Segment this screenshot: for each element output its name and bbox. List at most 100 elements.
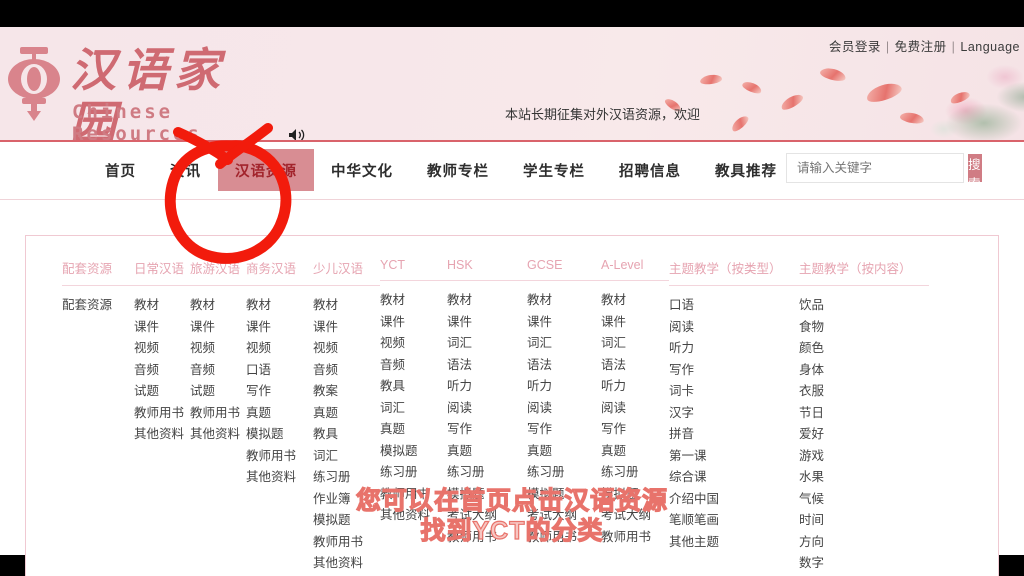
dropdown-item[interactable]: 练习册 xyxy=(447,462,527,484)
dropdown-column-header[interactable]: GCSE xyxy=(527,258,601,281)
dropdown-item[interactable]: 其他资料 xyxy=(134,424,190,446)
dropdown-item[interactable]: 写作 xyxy=(669,360,799,382)
dropdown-item[interactable]: 听力 xyxy=(527,376,601,398)
dropdown-item[interactable]: 其他资料 xyxy=(190,424,246,446)
nav-item-4[interactable]: 教师专栏 xyxy=(410,149,506,191)
dropdown-item[interactable]: 词汇 xyxy=(527,333,601,355)
search-input[interactable] xyxy=(787,154,968,182)
dropdown-item[interactable]: 数字 xyxy=(799,553,929,575)
dropdown-item[interactable]: 教师用书 xyxy=(447,527,527,549)
dropdown-item[interactable]: 听力 xyxy=(669,338,799,360)
dropdown-item[interactable]: 方向 xyxy=(799,532,929,554)
dropdown-item[interactable]: 教师用书 xyxy=(190,403,246,425)
dropdown-item[interactable]: 视频 xyxy=(380,333,447,355)
dropdown-item[interactable]: 课件 xyxy=(601,312,669,334)
nav-item-1[interactable]: 资讯 xyxy=(153,149,218,191)
dropdown-item[interactable]: 练习册 xyxy=(380,462,447,484)
dropdown-item[interactable]: 气候 xyxy=(799,489,929,511)
dropdown-column-header[interactable]: YCT xyxy=(380,258,447,281)
dropdown-item[interactable]: 视频 xyxy=(190,338,246,360)
dropdown-item[interactable]: 教材 xyxy=(447,290,527,312)
dropdown-item[interactable]: 词卡 xyxy=(669,381,799,403)
dropdown-item[interactable]: 教师用书 xyxy=(246,446,313,468)
dropdown-item[interactable]: 水果 xyxy=(799,467,929,489)
dropdown-item[interactable]: 音频 xyxy=(313,360,380,382)
dropdown-item[interactable]: 其他资料 xyxy=(380,505,447,527)
search-button[interactable]: 搜索 xyxy=(968,154,982,191)
nav-item-2[interactable]: 汉语资源 xyxy=(218,149,314,191)
dropdown-item[interactable]: 音频 xyxy=(134,360,190,382)
dropdown-item[interactable]: 阅读 xyxy=(447,398,527,420)
dropdown-item[interactable]: 阅读 xyxy=(669,317,799,339)
dropdown-item[interactable]: 拼音 xyxy=(669,424,799,446)
dropdown-item[interactable]: 听力 xyxy=(447,376,527,398)
dropdown-item[interactable]: 词汇 xyxy=(380,398,447,420)
dropdown-item[interactable]: 练习册 xyxy=(527,462,601,484)
dropdown-item[interactable]: 模拟题 xyxy=(447,484,527,506)
dropdown-item[interactable]: 课件 xyxy=(134,317,190,339)
dropdown-item[interactable]: 模拟题 xyxy=(380,441,447,463)
dropdown-item[interactable]: 衣服 xyxy=(799,381,929,403)
dropdown-item[interactable]: 语法 xyxy=(447,355,527,377)
dropdown-item[interactable]: 音频 xyxy=(380,355,447,377)
dropdown-item[interactable]: 词汇 xyxy=(313,446,380,468)
language-link[interactable]: Language xyxy=(960,40,1020,54)
free-register-link[interactable]: 免费注册 xyxy=(895,40,947,54)
dropdown-item[interactable]: 视频 xyxy=(134,338,190,360)
dropdown-item[interactable]: 模拟题 xyxy=(601,484,669,506)
dropdown-item[interactable]: 真题 xyxy=(527,441,601,463)
dropdown-column-header[interactable]: 日常汉语 xyxy=(134,258,190,286)
dropdown-item[interactable]: 汉字 xyxy=(669,403,799,425)
dropdown-item[interactable]: 真题 xyxy=(313,403,380,425)
dropdown-item[interactable]: 模拟题 xyxy=(246,424,313,446)
dropdown-item[interactable]: 课件 xyxy=(380,312,447,334)
dropdown-item[interactable]: 考试大纲 xyxy=(527,505,601,527)
dropdown-item[interactable]: 第一课 xyxy=(669,446,799,468)
dropdown-item[interactable]: 食物 xyxy=(799,317,929,339)
dropdown-item[interactable]: 写作 xyxy=(447,419,527,441)
dropdown-item[interactable]: 考试大纲 xyxy=(447,505,527,527)
dropdown-item[interactable]: 其他资料 xyxy=(246,467,313,489)
dropdown-item[interactable]: 课件 xyxy=(447,312,527,334)
dropdown-column-header[interactable]: 少儿汉语 xyxy=(313,258,380,286)
dropdown-item[interactable]: 写作 xyxy=(246,381,313,403)
nav-item-6[interactable]: 招聘信息 xyxy=(602,149,698,191)
dropdown-column-header[interactable]: A-Level xyxy=(601,258,669,281)
dropdown-column-header[interactable]: HSK xyxy=(447,258,527,281)
dropdown-column-header[interactable]: 主题教学（按内容） xyxy=(799,258,929,286)
dropdown-column-header[interactable]: 商务汉语 xyxy=(246,258,313,286)
dropdown-column-header[interactable]: 配套资源 xyxy=(62,258,134,286)
dropdown-item[interactable]: 饮品 xyxy=(799,295,929,317)
dropdown-item[interactable]: 教具 xyxy=(313,424,380,446)
dropdown-item[interactable]: 教师用书 xyxy=(527,527,601,549)
dropdown-item[interactable]: 音频 xyxy=(190,360,246,382)
dropdown-item[interactable]: 教材 xyxy=(134,295,190,317)
dropdown-item[interactable]: 课件 xyxy=(246,317,313,339)
dropdown-item[interactable]: 真题 xyxy=(246,403,313,425)
dropdown-item[interactable]: 作业簿 xyxy=(313,489,380,511)
dropdown-item[interactable]: 教具 xyxy=(380,376,447,398)
dropdown-item[interactable]: 爱好 xyxy=(799,424,929,446)
dropdown-item[interactable]: 教材 xyxy=(601,290,669,312)
dropdown-item[interactable]: 真题 xyxy=(601,441,669,463)
dropdown-item[interactable]: 练习册 xyxy=(601,462,669,484)
dropdown-item[interactable]: 教师用书 xyxy=(313,532,380,554)
dropdown-item[interactable]: 课件 xyxy=(313,317,380,339)
dropdown-item[interactable]: 真题 xyxy=(380,419,447,441)
dropdown-item[interactable]: 模拟题 xyxy=(313,510,380,532)
dropdown-item[interactable]: 词汇 xyxy=(447,333,527,355)
dropdown-item[interactable]: 游戏 xyxy=(799,446,929,468)
dropdown-item[interactable]: 教材 xyxy=(190,295,246,317)
dropdown-item[interactable]: 阅读 xyxy=(527,398,601,420)
dropdown-item[interactable]: 试题 xyxy=(190,381,246,403)
dropdown-item[interactable]: 语法 xyxy=(527,355,601,377)
dropdown-item[interactable]: 考试大纲 xyxy=(601,505,669,527)
dropdown-item[interactable]: 笔顺笔画 xyxy=(669,510,799,532)
dropdown-item[interactable]: 教材 xyxy=(527,290,601,312)
dropdown-item[interactable]: 教师用书 xyxy=(601,527,669,549)
dropdown-item[interactable]: 口语 xyxy=(246,360,313,382)
dropdown-item[interactable]: 试题 xyxy=(134,381,190,403)
dropdown-item[interactable]: 教案 xyxy=(313,381,380,403)
dropdown-item[interactable]: 课件 xyxy=(527,312,601,334)
dropdown-item[interactable]: 真题 xyxy=(447,441,527,463)
